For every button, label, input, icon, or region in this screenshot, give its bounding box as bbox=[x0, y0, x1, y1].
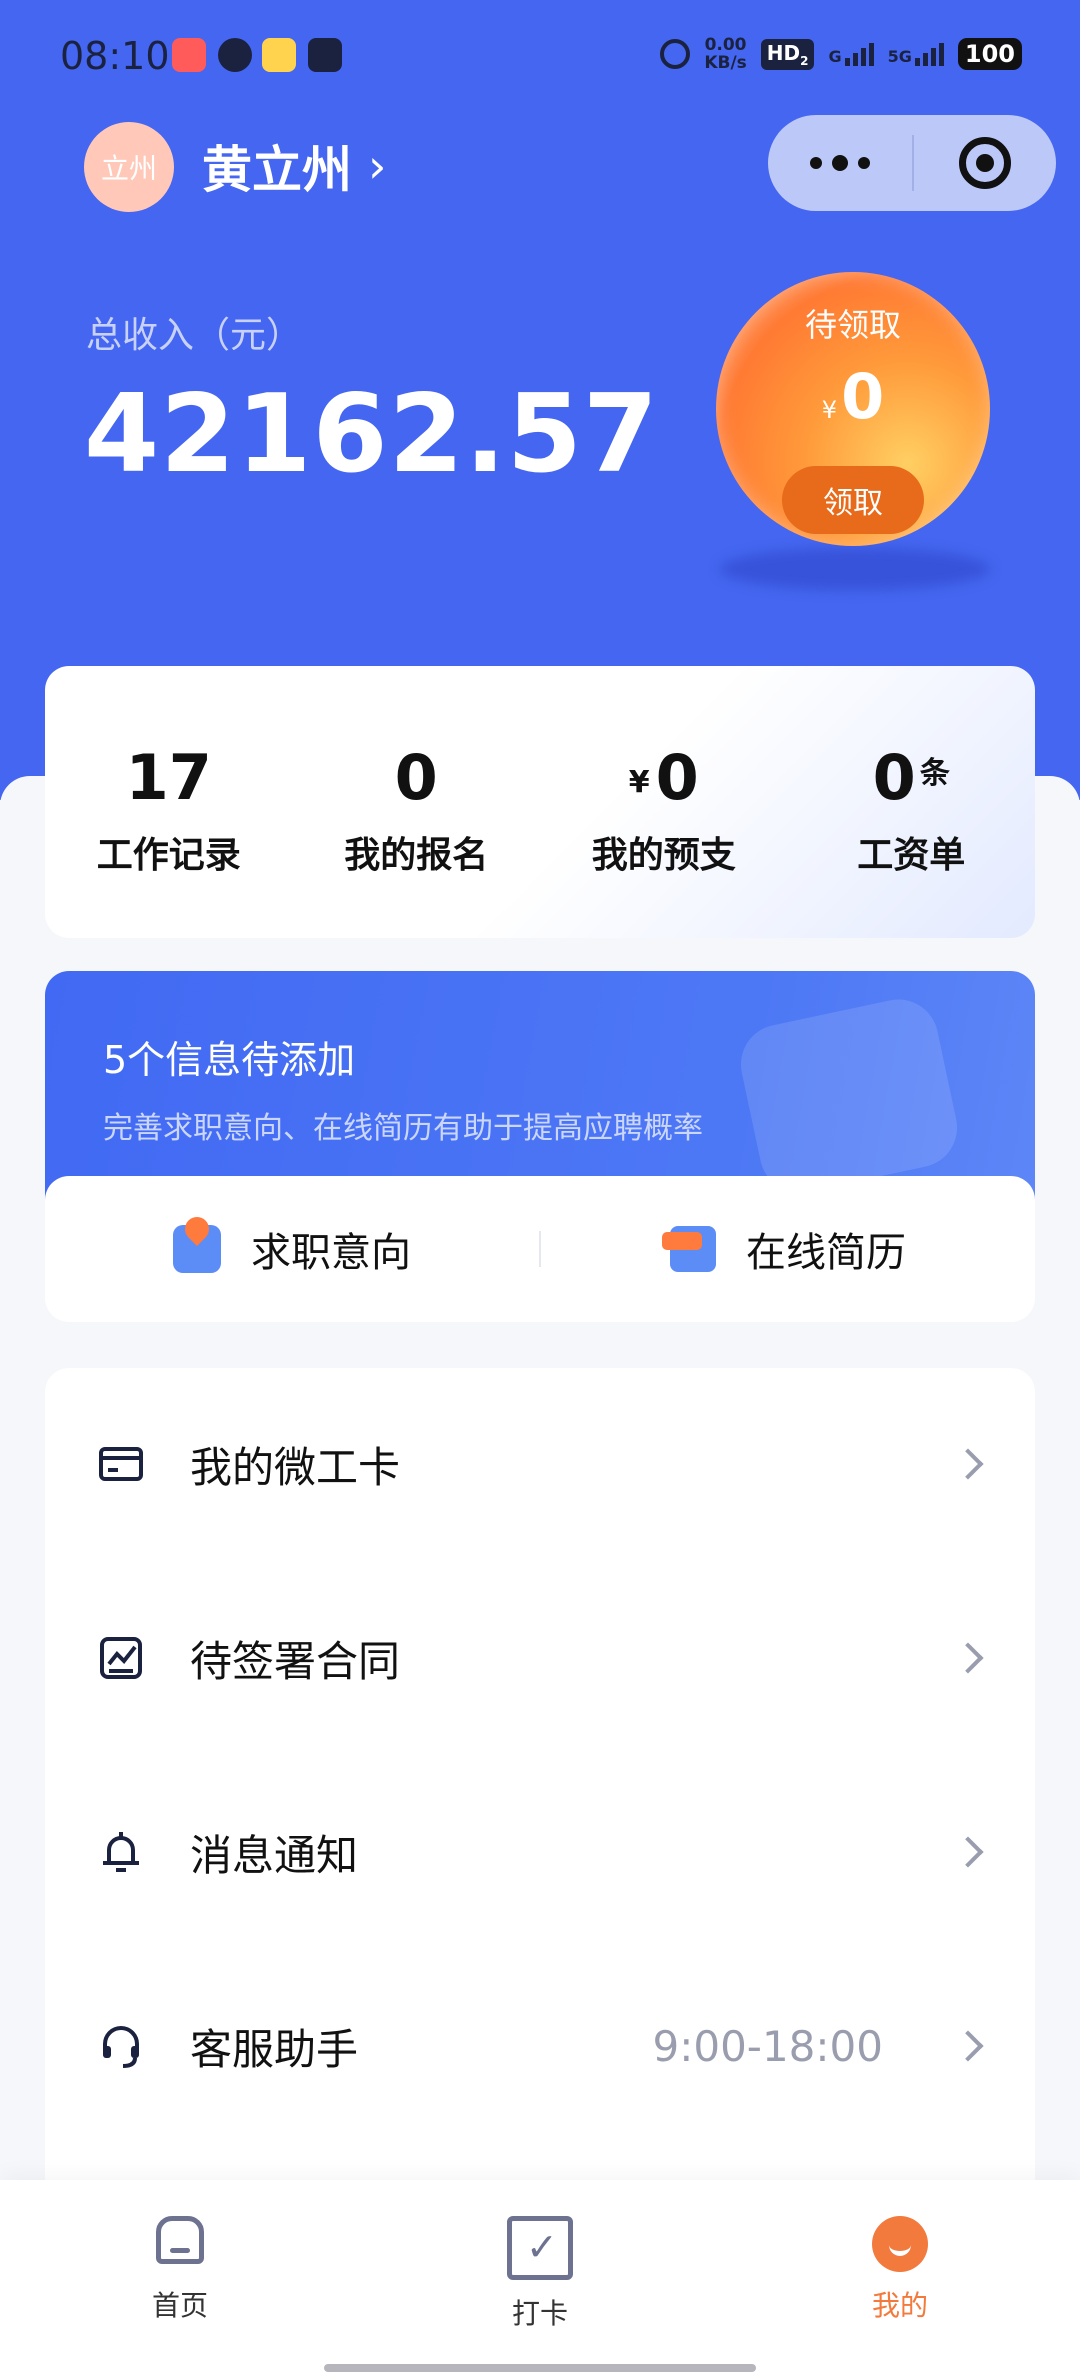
banner-decoration-icon bbox=[733, 992, 965, 1200]
banner-title: 5个信息待添加 bbox=[103, 1038, 356, 1082]
net-speed-value: 0.00 bbox=[704, 35, 747, 55]
net-speed-unit: KB/s bbox=[704, 53, 747, 73]
music-notification-icon bbox=[262, 38, 296, 72]
dot-icon bbox=[858, 157, 870, 169]
chevron-right-icon bbox=[952, 1448, 984, 1480]
stat-number: 0 bbox=[655, 741, 699, 814]
stat-prefix: ¥ bbox=[628, 765, 650, 800]
signal-5g-label: 5G bbox=[887, 47, 912, 66]
chevron-right-icon bbox=[952, 1642, 984, 1674]
stat-label: 我的报名 bbox=[344, 835, 489, 876]
signal-g: G bbox=[828, 42, 874, 66]
tab-label: 我的 bbox=[871, 2289, 928, 2322]
stat-number: 0 bbox=[394, 741, 438, 814]
miniprogram-capsule bbox=[768, 115, 1056, 211]
stat-work-records[interactable]: 17 工作记录 bbox=[45, 666, 293, 938]
status-time: 08:10 bbox=[60, 34, 170, 78]
target-icon bbox=[959, 137, 1011, 189]
stat-payslips[interactable]: 0条 工资单 bbox=[788, 666, 1036, 938]
tab-home[interactable]: 首页 bbox=[80, 2216, 280, 2324]
stat-value: ¥0 bbox=[629, 738, 699, 814]
reward-amount-value: 0 bbox=[841, 360, 885, 433]
profile-name: 黄立州 bbox=[202, 141, 352, 199]
menu-item-notifications[interactable]: 消息通知 bbox=[45, 1792, 1035, 1912]
headset-icon bbox=[103, 2026, 139, 2068]
net-speed: 0.00 KB/s bbox=[704, 36, 746, 72]
close-miniprogram-button[interactable] bbox=[914, 137, 1056, 189]
signal-5g-bars-icon bbox=[914, 42, 944, 66]
stats-card: 17 工作记录 0 我的报名 ¥0 我的预支 0条 工资单 bbox=[45, 666, 1035, 938]
menu-item-pending-contract[interactable]: 待签署合同 bbox=[45, 1598, 1035, 1718]
reward-amount: ¥0 bbox=[716, 360, 990, 433]
chevron-right-icon: › bbox=[368, 139, 387, 193]
bell-icon bbox=[103, 1832, 139, 1872]
contract-sign-icon bbox=[100, 1637, 142, 1679]
avatar[interactable]: 立州 bbox=[84, 122, 174, 212]
stat-number: 17 bbox=[125, 741, 212, 814]
resume-icon bbox=[662, 1226, 716, 1272]
calendar-check-icon bbox=[507, 2216, 573, 2280]
chevron-right-icon bbox=[952, 2030, 984, 2062]
signal-g-label: G bbox=[828, 47, 842, 66]
menu-label: 客服助手 bbox=[190, 2024, 359, 2074]
stat-label: 工资单 bbox=[857, 835, 966, 876]
shortcut-label: 求职意向 bbox=[251, 1230, 411, 1276]
income-value: 42162.57 bbox=[84, 372, 660, 497]
home-icon bbox=[152, 2216, 208, 2272]
stat-suffix: 条 bbox=[919, 756, 950, 791]
reward-orb[interactable]: 待领取 ¥0 领取 bbox=[716, 272, 990, 546]
tab-label: 打卡 bbox=[511, 2297, 568, 2330]
shopping-notification-icon bbox=[308, 38, 342, 72]
menu-label: 消息通知 bbox=[190, 1830, 359, 1880]
banner-subtitle: 完善求职意向、在线简历有助于提高应聘概率 bbox=[103, 1111, 703, 1146]
stat-number: 0 bbox=[872, 741, 916, 814]
status-bar: 08:10 0.00 KB/s HD2 G 5G 100 bbox=[0, 0, 1080, 110]
chevron-right-icon bbox=[952, 1836, 984, 1868]
chat-notification-icon bbox=[218, 38, 252, 72]
signal-bars-icon bbox=[844, 42, 874, 66]
reward-currency: ¥ bbox=[821, 396, 838, 424]
claim-button[interactable]: 领取 bbox=[782, 466, 924, 534]
menu-label: 待签署合同 bbox=[190, 1636, 401, 1686]
tab-me[interactable]: 我的 bbox=[800, 2216, 1000, 2324]
status-right: 0.00 KB/s HD2 G 5G 100 bbox=[660, 36, 1022, 72]
more-menu-button[interactable] bbox=[768, 155, 912, 171]
dot-icon bbox=[810, 157, 822, 169]
reward-label: 待领取 bbox=[804, 306, 901, 344]
job-intent-icon bbox=[173, 1225, 221, 1273]
stat-my-advance[interactable]: ¥0 我的预支 bbox=[540, 666, 788, 938]
profile-completion-banner[interactable]: 5个信息待添加 完善求职意向、在线简历有助于提高应聘概率 bbox=[45, 971, 1035, 1211]
id-card-icon bbox=[99, 1447, 143, 1481]
hd-badge: HD2 bbox=[760, 38, 815, 70]
dot-icon bbox=[832, 155, 848, 171]
tab-label: 首页 bbox=[151, 2289, 208, 2322]
shortcut-online-resume[interactable]: 在线简历 bbox=[541, 1220, 1035, 1278]
bottom-tab-bar: 首页 打卡 我的 bbox=[0, 2180, 1080, 2376]
stat-value: 17 bbox=[126, 738, 212, 814]
alarm-icon bbox=[660, 39, 691, 69]
stat-my-applications[interactable]: 0 我的报名 bbox=[293, 666, 541, 938]
hd-badge-sub: 2 bbox=[800, 53, 809, 68]
battery-icon: 100 bbox=[957, 38, 1022, 70]
shortcut-row: 求职意向 在线简历 bbox=[45, 1176, 1035, 1322]
tab-check-in[interactable]: 打卡 bbox=[440, 2216, 640, 2332]
app-notification-icon bbox=[172, 38, 206, 72]
shortcut-label: 在线简历 bbox=[746, 1230, 906, 1276]
stat-value: 0条 bbox=[873, 738, 950, 814]
signal-5g: 5G bbox=[888, 42, 944, 66]
menu-item-work-card[interactable]: 我的微工卡 bbox=[45, 1404, 1035, 1524]
profile-smile-icon bbox=[872, 2216, 928, 2272]
service-hours: 9:00-18:00 bbox=[652, 2021, 883, 2071]
menu-label: 我的微工卡 bbox=[190, 1442, 401, 1492]
profile-name-link[interactable]: 黄立州 › bbox=[202, 130, 386, 202]
stat-label: 工作记录 bbox=[96, 835, 241, 876]
hd-badge-text: HD bbox=[766, 40, 801, 65]
stat-value: 0 bbox=[395, 738, 438, 814]
home-indicator[interactable] bbox=[324, 2364, 756, 2372]
menu-item-customer-service[interactable]: 客服助手 9:00-18:00 bbox=[45, 1986, 1035, 2106]
stat-label: 我的预支 bbox=[591, 835, 736, 876]
orb-shadow bbox=[720, 548, 990, 590]
income-label: 总收入（元） bbox=[86, 315, 303, 356]
shortcut-job-intent[interactable]: 求职意向 bbox=[45, 1220, 539, 1278]
